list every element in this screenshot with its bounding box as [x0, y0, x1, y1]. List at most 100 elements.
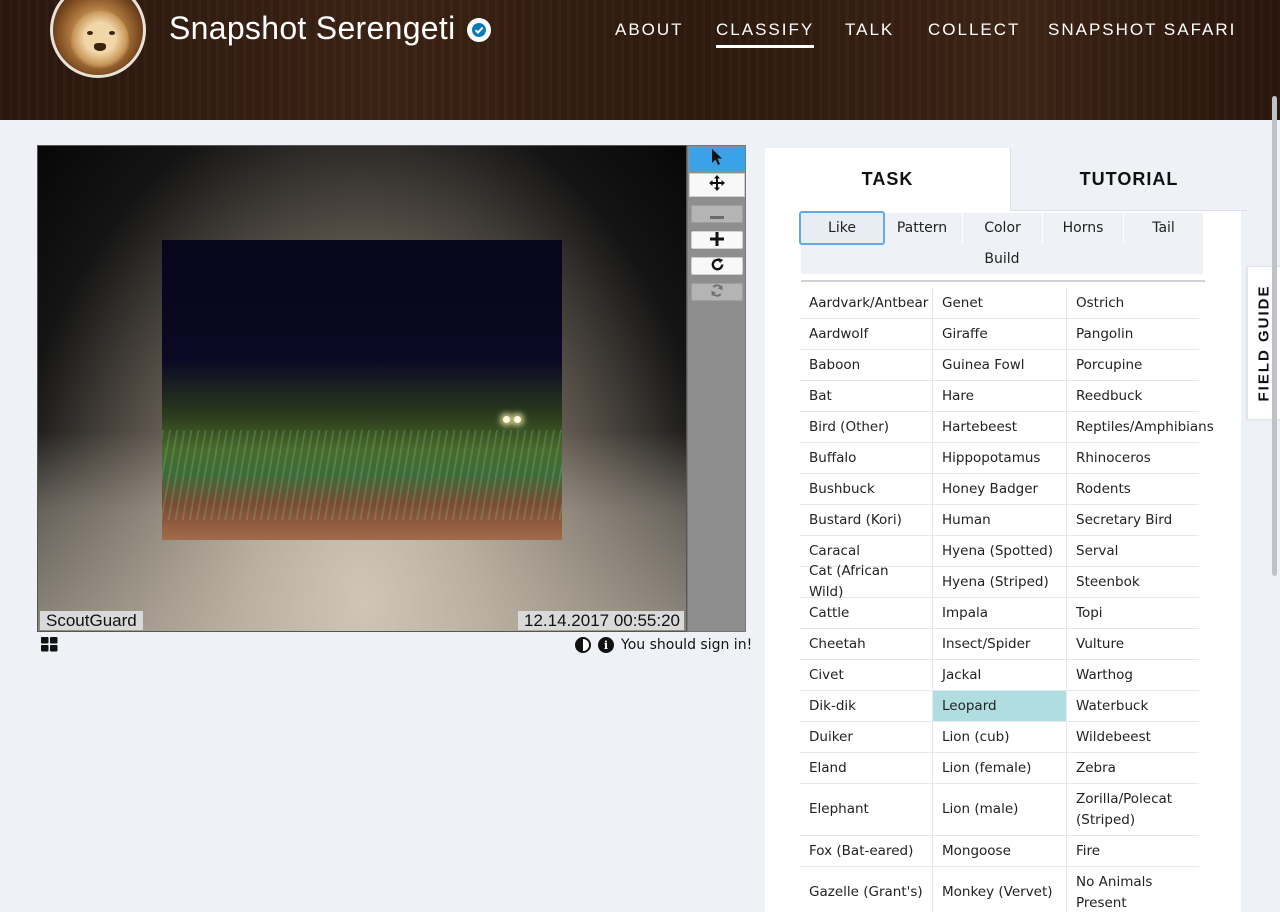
- species-option[interactable]: Hyena (Striped): [933, 567, 1067, 598]
- species-option[interactable]: Steenbok: [1067, 567, 1199, 598]
- species-option[interactable]: Duiker: [800, 722, 933, 753]
- species-option[interactable]: Jackal: [933, 660, 1067, 691]
- filter-pattern[interactable]: Pattern: [882, 213, 963, 243]
- species-option[interactable]: Civet: [800, 660, 933, 691]
- species-option[interactable]: Warthog: [1067, 660, 1199, 691]
- species-option[interactable]: Cheetah: [800, 629, 933, 660]
- animal-eyeshine: [503, 416, 525, 424]
- zoom-in-icon: [710, 231, 724, 250]
- species-option[interactable]: Dik-dik: [800, 691, 933, 722]
- species-option[interactable]: Gazelle (Grant's): [800, 867, 933, 912]
- field-guide-label: FIELD GUIDE: [1255, 284, 1273, 402]
- species-option[interactable]: Lion (female): [933, 753, 1067, 784]
- filter-build[interactable]: Build: [801, 244, 1203, 274]
- species-option[interactable]: Monkey (Vervet): [933, 867, 1067, 912]
- species-option[interactable]: Ostrich: [1067, 288, 1199, 319]
- species-option[interactable]: Genet: [933, 288, 1067, 319]
- page-scrollbar[interactable]: [1272, 96, 1277, 576]
- species-option[interactable]: Aardvark/Antbear: [800, 288, 933, 319]
- species-option[interactable]: Elephant: [800, 784, 933, 836]
- camera-brand-caption: ScoutGuard: [40, 611, 143, 630]
- reset-icon: [709, 283, 725, 302]
- species-option[interactable]: Leopard: [933, 691, 1067, 722]
- pointer-tool-button[interactable]: [689, 147, 745, 171]
- zoom-out-button[interactable]: [691, 205, 743, 223]
- species-option[interactable]: Rodents: [1067, 474, 1199, 505]
- species-option[interactable]: Secretary Bird: [1067, 505, 1199, 536]
- species-option[interactable]: Mongoose: [933, 836, 1067, 867]
- species-option[interactable]: Fox (Bat-eared): [800, 836, 933, 867]
- species-option[interactable]: Impala: [933, 598, 1067, 629]
- filter-like[interactable]: Like: [799, 211, 885, 245]
- move-icon: [708, 174, 726, 196]
- species-option[interactable]: Vulture: [1067, 629, 1199, 660]
- species-option[interactable]: Topi: [1067, 598, 1199, 629]
- lion-face-graphic: [71, 11, 129, 71]
- species-filter-bar: Like Pattern Color Horns Tail Build: [799, 211, 1203, 274]
- species-option[interactable]: Cattle: [800, 598, 933, 629]
- species-option[interactable]: Serval: [1067, 536, 1199, 567]
- species-option[interactable]: Bushbuck: [800, 474, 933, 505]
- move-tool-button[interactable]: [689, 173, 745, 197]
- task-panel: TASK TUTORIAL Like Pattern Color Horns T…: [765, 148, 1247, 912]
- species-option[interactable]: Reptiles/Amphibians: [1067, 412, 1214, 443]
- filter-tail[interactable]: Tail: [1124, 213, 1203, 243]
- species-option[interactable]: Buffalo: [800, 443, 933, 474]
- species-option[interactable]: Hippopotamus: [933, 443, 1067, 474]
- species-option[interactable]: Honey Badger: [933, 474, 1067, 505]
- nav-classify[interactable]: CLASSIFY: [716, 20, 815, 48]
- species-option[interactable]: Bat: [800, 381, 933, 412]
- species-option[interactable]: Lion (male): [933, 784, 1067, 836]
- info-icon[interactable]: i: [598, 637, 614, 653]
- rotate-icon: [710, 257, 725, 276]
- nav-about[interactable]: ABOUT: [615, 20, 684, 40]
- species-option[interactable]: Rhinoceros: [1067, 443, 1199, 474]
- species-option[interactable]: Reedbuck: [1067, 381, 1199, 412]
- rotate-button[interactable]: [691, 257, 743, 275]
- lion-eye-graphic: [109, 31, 115, 35]
- project-title[interactable]: Snapshot Serengeti: [169, 10, 456, 47]
- filter-divider: [801, 280, 1205, 282]
- species-option[interactable]: Waterbuck: [1067, 691, 1199, 722]
- species-option[interactable]: Hare: [933, 381, 1067, 412]
- tab-task[interactable]: TASK: [765, 148, 1010, 211]
- species-option[interactable]: Baboon: [800, 350, 933, 381]
- zoom-out-icon: [710, 205, 724, 224]
- species-option[interactable]: Giraffe: [933, 319, 1067, 350]
- filter-color[interactable]: Color: [963, 213, 1043, 243]
- subject-grid-icon[interactable]: [41, 637, 58, 656]
- species-option[interactable]: Insect/Spider: [933, 629, 1067, 660]
- nav-collect[interactable]: COLLECT: [928, 20, 1020, 40]
- species-option[interactable]: Human: [933, 505, 1067, 536]
- lion-nose-graphic: [94, 43, 106, 51]
- species-option[interactable]: Guinea Fowl: [933, 350, 1067, 381]
- contrast-icon[interactable]: [575, 637, 591, 653]
- image-toolbar: [687, 145, 746, 632]
- filter-horns[interactable]: Horns: [1043, 213, 1124, 243]
- species-option[interactable]: Zebra: [1067, 753, 1199, 784]
- camera-trap-image[interactable]: ScoutGuard 12.14.2017 00:55:20: [37, 145, 687, 632]
- species-option[interactable]: Eland: [800, 753, 933, 784]
- verified-badge-icon: [467, 18, 491, 42]
- nav-snapshot-safari[interactable]: SNAPSHOT SAFARI: [1048, 20, 1236, 40]
- species-option[interactable]: No Animals Present: [1067, 867, 1199, 912]
- reset-view-button[interactable]: [691, 283, 743, 301]
- species-option[interactable]: Lion (cub): [933, 722, 1067, 753]
- species-option[interactable]: Hartebeest: [933, 412, 1067, 443]
- species-option[interactable]: Cat (African Wild): [800, 563, 933, 600]
- image-enhanced-region: [162, 240, 562, 540]
- species-option[interactable]: Aardwolf: [800, 319, 933, 350]
- nav-talk[interactable]: TALK: [845, 20, 894, 40]
- species-option[interactable]: Wildebeest: [1067, 722, 1199, 753]
- zoom-in-button[interactable]: [691, 231, 743, 249]
- species-option[interactable]: Hyena (Spotted): [933, 536, 1067, 567]
- species-option[interactable]: Zorilla/Polecat (Striped): [1067, 784, 1199, 836]
- species-option[interactable]: Pangolin: [1067, 319, 1199, 350]
- species-option[interactable]: Bustard (Kori): [800, 505, 933, 536]
- species-option[interactable]: Fire: [1067, 836, 1199, 867]
- species-option[interactable]: Bird (Other): [800, 412, 933, 443]
- signin-text: You should sign in!: [621, 637, 753, 653]
- image-timestamp: 12.14.2017 00:55:20: [518, 611, 684, 630]
- tab-tutorial[interactable]: TUTORIAL: [1010, 148, 1247, 211]
- species-option[interactable]: Porcupine: [1067, 350, 1199, 381]
